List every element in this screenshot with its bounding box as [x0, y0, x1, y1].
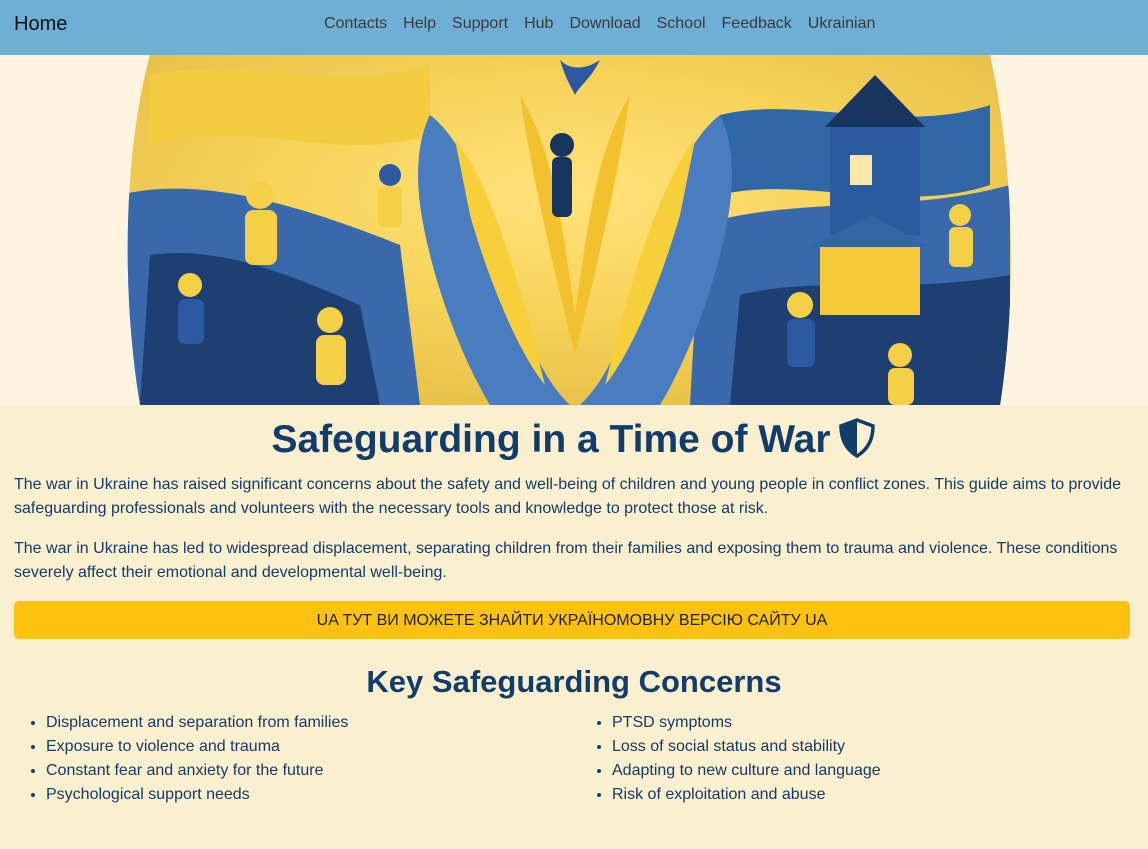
nav-link-help[interactable]: Help: [403, 15, 436, 33]
nav-link-hub[interactable]: Hub: [524, 15, 553, 33]
concerns-heading: Key Safeguarding Concerns: [366, 664, 782, 699]
home-link[interactable]: Home: [14, 13, 67, 36]
nav-link-ukrainian[interactable]: Ukrainian: [808, 15, 876, 33]
main-content: Safeguarding in a Time of War The war in…: [0, 405, 1148, 849]
list-item: Adapting to new culture and language: [612, 759, 1120, 783]
displacement-paragraph: The war in Ukraine has led to widespread…: [14, 540, 1118, 581]
list-item: Loss of social status and stability: [612, 735, 1120, 759]
nav-link-school[interactable]: School: [657, 15, 706, 33]
shield-half-icon: [837, 418, 877, 469]
nav-links: Contacts Help Support Hub Download Schoo…: [324, 15, 875, 33]
concerns-list-left: Displacement and separation from familie…: [14, 711, 554, 807]
intro-paragraph: The war in Ukraine has raised significan…: [14, 476, 1122, 517]
list-item: Risk of exploitation and abuse: [612, 783, 1120, 807]
nav-link-support[interactable]: Support: [452, 15, 508, 33]
nav-link-download[interactable]: Download: [569, 15, 640, 33]
ukrainian-version-button[interactable]: UA ТУТ ВИ МОЖЕТЕ ЗНАЙТИ УКРАЇНОМОВНУ ВЕР…: [14, 601, 1130, 639]
concerns-list-right: PTSD symptoms Loss of social status and …: [580, 711, 1120, 807]
list-item: PTSD symptoms: [612, 711, 1120, 735]
nav-link-contacts[interactable]: Contacts: [324, 15, 387, 33]
navbar: Home Contacts Help Support Hub Download …: [0, 0, 1148, 55]
hero-banner: [0, 55, 1148, 405]
page-title: Safeguarding in a Time of War: [0, 417, 1148, 469]
list-item: Displacement and separation from familie…: [46, 711, 554, 735]
list-item: Psychological support needs: [46, 783, 554, 807]
list-item: Exposure to violence and trauma: [46, 735, 554, 759]
page-title-text: Safeguarding in a Time of War: [271, 418, 831, 461]
hero-illustration: [127, 55, 1011, 405]
nav-link-feedback[interactable]: Feedback: [722, 15, 792, 33]
list-item: Constant fear and anxiety for the future: [46, 759, 554, 783]
